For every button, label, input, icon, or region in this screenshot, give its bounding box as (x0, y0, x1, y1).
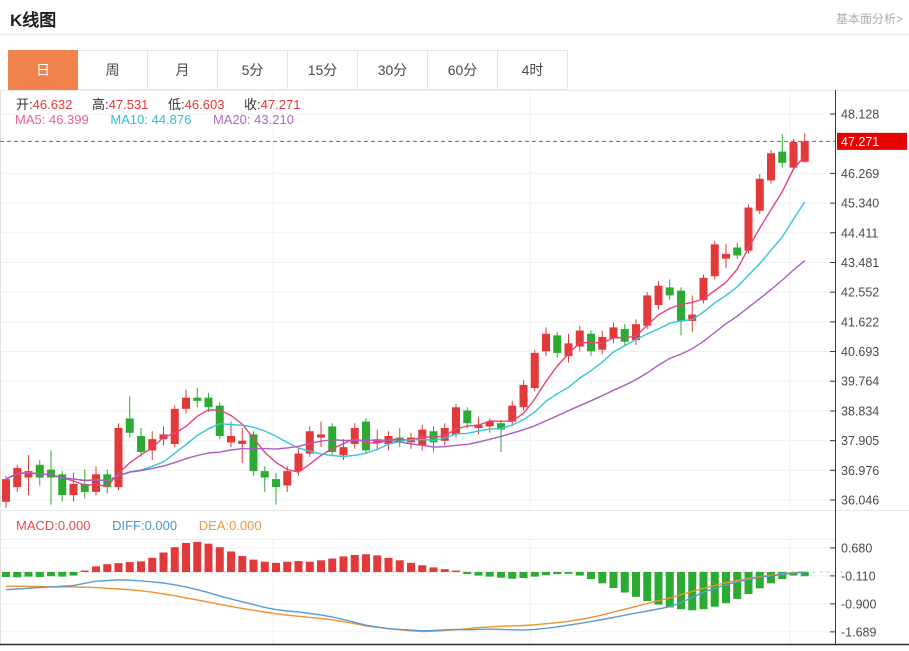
current-price-badge: 47.271 (837, 132, 907, 150)
ma10-line (5, 201, 806, 482)
svg-text:41.622: 41.622 (841, 315, 879, 329)
open-label: 开: (16, 97, 33, 112)
ma5-label: MA5: (15, 112, 46, 127)
macd-group: MACD:0.000 (16, 518, 90, 533)
macd-label: MACD: (16, 518, 58, 533)
svg-text:43.481: 43.481 (841, 256, 879, 270)
diff-value: 0.000 (144, 518, 178, 533)
ma-lines-group (5, 155, 806, 488)
ma10-label: MA10: (110, 112, 148, 127)
low-group: 低:46.603 (168, 97, 224, 112)
ohlc-row: 开:46.632 高:47.531 低:46.603 收:47.271 (16, 94, 316, 113)
svg-text:36.976: 36.976 (841, 464, 879, 478)
low-value: 46.603 (184, 97, 225, 112)
svg-text:47.271: 47.271 (841, 135, 879, 149)
macd-info-row: MACD:0.000 DIFF:0.000 DEA:0.000 (16, 518, 280, 533)
low-label: 低: (168, 97, 185, 112)
svg-text:44.411: 44.411 (841, 226, 878, 240)
svg-text:36.046: 36.046 (841, 494, 879, 508)
ma20-label: MA20: (212, 112, 251, 127)
svg-text:37.905: 37.905 (841, 434, 879, 448)
high-value: 47.531 (108, 97, 149, 112)
ma10-group: MA10: 44.876 (110, 112, 191, 127)
ma20-value: 43.210 (254, 112, 294, 127)
svg-text:-0.110: -0.110 (841, 569, 876, 583)
ma20-group: MA20: 43.210 (213, 112, 294, 127)
ma10-value: 44.876 (151, 112, 192, 127)
diff-label: DIFF: (112, 518, 145, 533)
svg-text:45.340: 45.340 (841, 197, 879, 211)
macd-value: 0.000 (57, 518, 91, 533)
svg-text:-0.900: -0.900 (841, 597, 876, 611)
macd-axis-labels: 0.680 -0.110 -0.900 -1.689 (830, 541, 876, 639)
open-value: 46.632 (32, 97, 73, 112)
close-label: 收: (244, 97, 261, 112)
svg-text:48.128: 48.128 (841, 108, 879, 122)
close-group: 收:47.271 (244, 97, 300, 112)
dea-group: DEA:0.000 (199, 518, 262, 533)
dea-value: 0.000 (229, 518, 262, 533)
svg-text:42.552: 42.552 (841, 286, 879, 300)
ma-row: MA5: 46.399 MA10: 44.876 MA20: 43.210 (15, 112, 312, 127)
dea-label: DEA: (198, 518, 230, 533)
ma5-group: MA5: 46.399 (15, 112, 89, 127)
price-axis-labels: 48.128 46.269 45.340 44.411 43.481 42.552 41.6… (830, 108, 879, 508)
diff-group: DIFF:0.000 (112, 518, 177, 533)
svg-text:0.680: 0.680 (841, 541, 872, 555)
high-group: 高:47.531 (92, 97, 148, 112)
high-label: 高: (92, 97, 109, 112)
svg-text:40.693: 40.693 (841, 345, 879, 359)
ma5-value: 46.399 (48, 112, 89, 127)
svg-text:46.269: 46.269 (841, 167, 879, 181)
svg-text:39.764: 39.764 (841, 375, 879, 389)
gridlines (0, 90, 835, 644)
close-value: 47.271 (260, 97, 301, 112)
svg-text:38.834: 38.834 (841, 404, 879, 418)
svg-text:-1.689: -1.689 (841, 625, 876, 639)
open-group: 开:46.632 (16, 97, 72, 112)
